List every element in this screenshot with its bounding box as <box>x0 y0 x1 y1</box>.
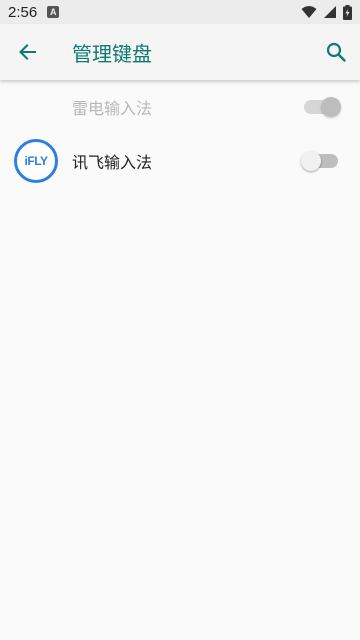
icon-slot: iFLY <box>0 134 72 188</box>
switch-thumb <box>321 97 341 117</box>
wifi-icon <box>301 5 317 19</box>
back-button[interactable] <box>0 24 56 80</box>
ifly-logo-icon: iFLY <box>14 139 58 183</box>
status-time: 2:56 <box>8 3 38 21</box>
status-bar: 2:56 A <box>0 0 360 24</box>
app-bar: 管理键盘 <box>0 24 360 80</box>
keyboard-label: 讯飞输入法 <box>72 153 153 172</box>
keyboard-list: 雷电输入法 iFLY 讯飞输入法 <box>0 80 360 188</box>
battery-icon <box>343 4 352 20</box>
toggle-switch-leidian[interactable] <box>304 97 341 117</box>
arrow-left-icon <box>19 43 37 61</box>
search-icon <box>326 42 346 62</box>
toggle-switch-xunfei[interactable] <box>301 151 338 171</box>
search-button[interactable] <box>312 24 360 80</box>
page-title: 管理键盘 <box>72 41 152 66</box>
signal-icon <box>323 5 337 19</box>
notification-badge-icon: A <box>47 6 60 18</box>
status-left: 2:56 A <box>8 3 60 21</box>
list-item-leidian: 雷电输入法 <box>0 80 360 134</box>
screen: 2:56 A 管理键盘 雷电输入法 iFLY 讯飞输入法 <box>0 0 360 640</box>
keyboard-label: 雷电输入法 <box>72 99 153 118</box>
icon-slot <box>0 80 72 134</box>
status-right <box>301 4 352 20</box>
logo-text: iFLY <box>24 154 48 168</box>
list-item-xunfei[interactable]: iFLY 讯飞输入法 <box>0 134 360 188</box>
switch-thumb <box>301 151 321 171</box>
